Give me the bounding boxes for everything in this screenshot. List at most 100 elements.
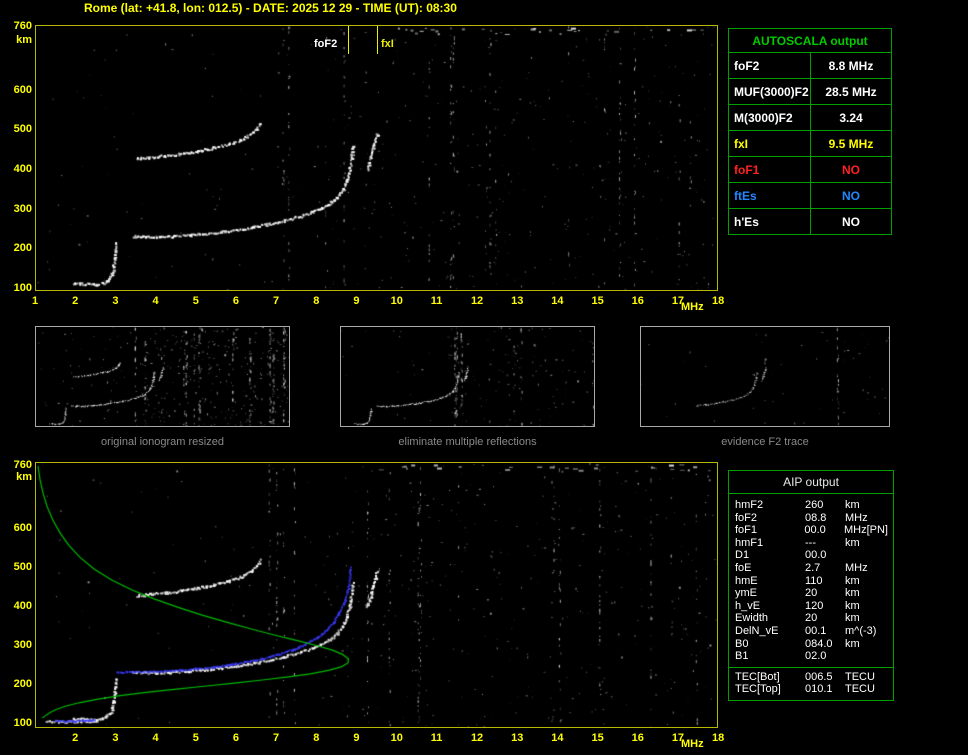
x-tick-label: 11	[430, 732, 443, 744]
y-tick-label: 200	[13, 678, 32, 690]
x-tick-label: 2	[72, 295, 79, 307]
aip-row-D1: D1 00.0	[729, 549, 893, 562]
aip-param-value: ---	[805, 536, 816, 549]
x-tick-label: 8	[313, 732, 320, 744]
aip-param-name: foF1	[735, 524, 758, 537]
aip-param-name: hmF2	[735, 499, 764, 511]
x-tick-label: 14	[551, 732, 564, 744]
y-tick-label: 300	[13, 202, 32, 215]
autoscala-row-foF1: foF1 NO	[729, 157, 891, 183]
y-tick-label: 500	[13, 560, 32, 573]
y-tick-label: 400	[13, 162, 32, 175]
x-tick-label: 1	[32, 295, 39, 307]
autoscala-param-name: M(3000)F2	[729, 105, 811, 130]
aip-param-value: 006.5	[805, 670, 833, 683]
y-tick-label: 500	[13, 123, 32, 136]
autoscala-row-MUF(3000)F2: MUF(3000)F2 28.5 MHz	[729, 79, 891, 105]
x-tick-label: 8	[313, 295, 320, 307]
x-tick-label: 16	[631, 295, 644, 307]
x-tick-label: 5	[192, 295, 199, 307]
x-tick-label: 13	[511, 732, 524, 744]
aip-param-name: hmF1	[735, 536, 764, 549]
x-axis-unit: MHz	[681, 301, 704, 313]
thumbnail-evidence-f2-trace	[640, 326, 890, 427]
x-tick-label: 4	[152, 295, 159, 307]
y-axis-unit: km	[16, 34, 32, 46]
autoscala-param-name: h'Es	[729, 209, 811, 234]
y-tick-label: 100	[13, 717, 32, 730]
aip-row-B1: B1 02.0	[729, 650, 893, 663]
y-tick-label: 600	[13, 521, 32, 534]
autoscala-param-value: 3.24	[839, 110, 863, 125]
aip-param-name: foE	[735, 561, 752, 574]
aip-row-hmF1: hmF1 --- km	[729, 537, 893, 550]
x-tick-label: 3	[112, 732, 119, 744]
autoscala-row-ftEs: ftEs NO	[729, 183, 891, 209]
fof2-marker-line	[348, 26, 349, 54]
autoscala-row-foF2: foF2 8.8 MHz	[729, 53, 891, 79]
aip-param-name: D1	[735, 549, 750, 562]
y-tick-label: 200	[13, 242, 32, 255]
aip-param-unit: MHz	[845, 561, 868, 574]
aip-row-h_vE: h_vE 120 km	[729, 600, 893, 613]
aip-param-unit: km	[845, 599, 860, 612]
autoscala-table-title: AUTOSCALA output	[729, 29, 891, 53]
aip-param-note: [PN]	[866, 524, 888, 537]
y-tick-label: 760	[13, 458, 32, 471]
aip-param-unit: TECU	[845, 670, 875, 683]
autoscala-param-value: NO	[842, 162, 860, 177]
fof2-marker-label: foF2	[314, 38, 338, 50]
autoscala-param-value: NO	[842, 214, 860, 229]
aip-param-value: 00.0	[805, 549, 827, 562]
aip-param-unit: km	[845, 637, 860, 650]
y-tick-label: 100	[13, 282, 32, 295]
x-tick-label: 15	[591, 295, 604, 307]
autoscala-row-M(3000)F2: M(3000)F2 3.24	[729, 105, 891, 131]
thumbnail-caption: original ionogram resized	[101, 436, 224, 448]
aip-table-rows: hmF2 260 km foF2 08.8 MHz foF1 00.0 MHz [PN] hmF1-…	[729, 494, 893, 667]
x-tick-label: 7	[273, 732, 280, 744]
aip-param-name: DelN_vE	[735, 624, 779, 637]
aip-param-value: 110	[805, 574, 823, 587]
aip-param-value: 260	[805, 499, 824, 511]
aip-param-unit: MHz	[845, 511, 868, 524]
aip-param-value: 00.0	[804, 524, 826, 537]
aip-tec-rows: TEC[Bot] 006.5 TECU TEC[Top] 010.1 TECU	[729, 668, 893, 700]
autoscala-param-name: MUF(3000)F2	[729, 79, 811, 104]
autoscala-table-rows: foF2 8.8 MHz MUF(3000)F2 28.5 MHz M(3000)F2 3…	[729, 53, 891, 234]
thumbnail-caption: evidence F2 trace	[721, 436, 809, 448]
autoscala-param-name: foF2	[729, 53, 811, 78]
x-tick-label: 13	[511, 295, 524, 307]
aip-row-hmE: hmE 110 km	[729, 575, 893, 588]
x-tick-label: 4	[152, 732, 159, 744]
aip-param-value: 20	[805, 612, 818, 625]
aip-param-unit: km	[845, 612, 860, 625]
autoscala-param-value: NO	[842, 188, 860, 203]
autoscala-param-name: fxI	[729, 131, 811, 156]
top-ionogram-plot	[35, 25, 718, 291]
autoscala-param-value: 28.5 MHz	[825, 84, 877, 99]
aip-param-unit: MHz	[843, 524, 867, 537]
x-tick-label: 9	[353, 732, 360, 744]
aip-param-value: 084.0	[805, 637, 833, 650]
y-tick-label: 300	[13, 638, 32, 651]
x-tick-label: 12	[470, 295, 484, 307]
x-tick-label: 6	[232, 295, 239, 307]
autoscala-param-name: ftEs	[729, 183, 811, 208]
x-tick-label: 14	[551, 295, 564, 307]
station-date-header: Rome (lat: +41.8, lon: 012.5) - DATE: 20…	[84, 1, 457, 15]
bottom-ionogram-canvas	[36, 463, 717, 727]
x-tick-label: 15	[591, 732, 604, 744]
x-tick-label: 11	[430, 295, 443, 307]
aip-param-value: 2.7	[805, 561, 821, 574]
fxi-marker-line	[377, 26, 378, 54]
y-tick-label: 760	[13, 20, 32, 32]
aip-param-value: 02.0	[805, 650, 827, 663]
aip-row-TEC[Bot]: TEC[Bot] 006.5 TECU	[729, 671, 893, 684]
x-tick-label: 2	[72, 732, 79, 744]
x-tick-label: 10	[390, 295, 403, 307]
y-tick-label: 400	[13, 599, 32, 612]
autoscala-param-name: foF1	[729, 157, 811, 182]
aip-row-foE: foE 2.7 MHz	[729, 562, 893, 575]
aip-param-name: B0	[735, 637, 749, 650]
